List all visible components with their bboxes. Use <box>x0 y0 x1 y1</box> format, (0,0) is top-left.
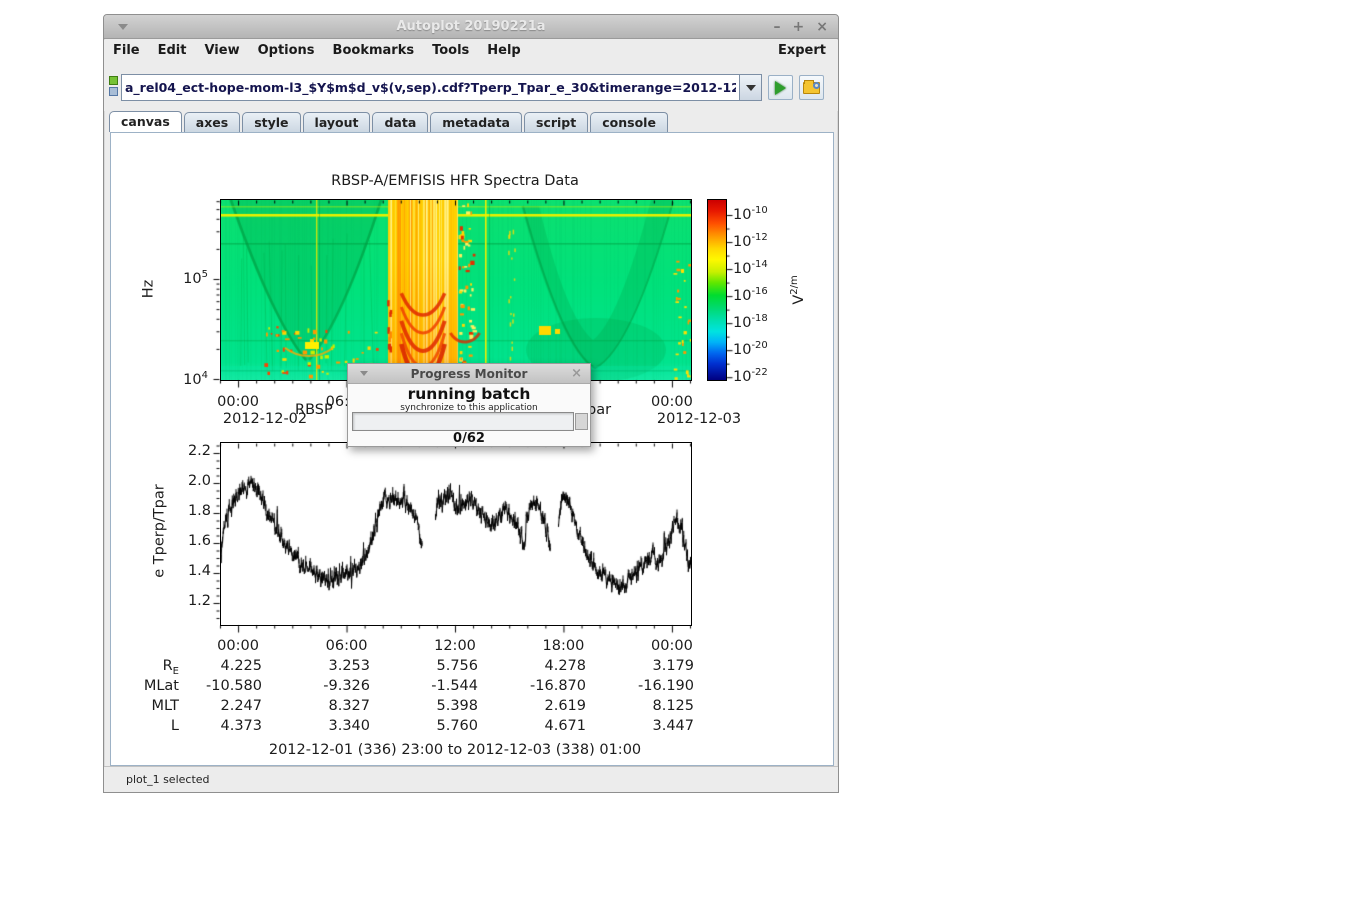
colorbar-tick-label: 10-16 <box>733 286 768 304</box>
menu-tools[interactable]: Tools <box>423 40 478 62</box>
plot2-xtick-label: 06:00 <box>326 638 368 654</box>
folder-search-icon <box>803 82 820 94</box>
address-toolbar <box>104 62 838 111</box>
plot2-xtick-label: 12:00 <box>434 638 476 654</box>
colorbar-tick-label: 10-20 <box>733 340 768 358</box>
colorbar-axis-label: V2/m <box>789 235 807 345</box>
window-titlebar[interactable]: Autoplot 20190221a – + × <box>104 15 838 39</box>
dialog-title: Progress Monitor <box>348 367 590 381</box>
tab-axes[interactable]: axes <box>184 112 240 132</box>
ephemeris-value: 5.760 <box>378 718 478 734</box>
colorbar-tick-label: 10-14 <box>733 259 768 277</box>
ephemeris-value: 8.327 <box>270 698 370 714</box>
green-square-icon <box>109 76 118 85</box>
ephemeris-value: 2.247 <box>162 698 262 714</box>
tab-bar: canvasaxesstylelayoutdatametadatascriptc… <box>109 111 670 132</box>
plot1-xtick-label: 00:00 <box>651 394 693 410</box>
ephemeris-value: 3.447 <box>594 718 694 734</box>
menu-bookmarks[interactable]: Bookmarks <box>324 40 424 62</box>
tab-metadata[interactable]: metadata <box>430 112 522 132</box>
close-button[interactable]: × <box>816 15 828 39</box>
tab-style[interactable]: style <box>242 112 300 132</box>
plot2-title-fragment-left: RBSP <box>295 402 333 418</box>
plot2-xtick-label: 00:00 <box>651 638 693 654</box>
colorbar-tick-label: 10-18 <box>733 313 768 331</box>
ephemeris-value: 3.340 <box>270 718 370 734</box>
colorbar[interactable] <box>707 199 727 381</box>
inspect-uri-button[interactable] <box>799 75 824 100</box>
blue-square-icon <box>109 87 118 96</box>
plot2-y-axis-label: e Tperp/Tpar <box>152 479 168 584</box>
ephemeris-value: 4.671 <box>486 718 586 734</box>
ephemeris-value: 8.125 <box>594 698 694 714</box>
plot2-ytick-label: 2.2 <box>166 443 211 459</box>
ephemeris-value: -16.190 <box>594 678 694 694</box>
tab-script[interactable]: script <box>524 112 588 132</box>
play-icon <box>775 81 786 95</box>
maximize-button[interactable]: + <box>793 15 805 39</box>
ephemeris-value: 2.619 <box>486 698 586 714</box>
tab-layout[interactable]: layout <box>303 112 371 132</box>
tab-canvas[interactable]: canvas <box>109 111 182 132</box>
window-title: Autoplot 20190221a <box>104 19 838 34</box>
status-bar: plot_1 selected <box>104 766 838 792</box>
expert-menu[interactable]: Expert <box>766 40 838 62</box>
ephemeris-value: -9.326 <box>270 678 370 694</box>
ephemeris-value: 5.756 <box>378 658 478 674</box>
progress-cancel-button[interactable] <box>575 413 588 430</box>
ephemeris-value: 5.398 <box>378 698 478 714</box>
menu-options[interactable]: Options <box>249 40 324 62</box>
progress-bar <box>352 412 574 431</box>
ephemeris-value: 4.225 <box>162 658 262 674</box>
plot2-ytick-label: 2.0 <box>166 473 211 489</box>
status-text: plot_1 selected <box>126 773 210 786</box>
ephemeris-value: 4.373 <box>162 718 262 734</box>
menu-edit[interactable]: Edit <box>149 40 196 62</box>
menu-file[interactable]: File <box>104 40 149 62</box>
plot1-ytick-1e5: 105 <box>151 269 208 287</box>
dialog-close-icon[interactable]: × <box>571 364 582 384</box>
ephemeris-value: -1.544 <box>378 678 478 694</box>
menu-view[interactable]: View <box>195 40 248 62</box>
datasource-type-icon[interactable] <box>108 75 120 99</box>
colorbar-tick-label: 10-22 <box>733 367 768 385</box>
menu-bar: FileEditViewOptionsBookmarksToolsHelp Ex… <box>104 40 838 62</box>
ephemeris-value: -10.580 <box>162 678 262 694</box>
tab-console[interactable]: console <box>590 112 668 132</box>
progress-count: 0/62 <box>348 431 590 446</box>
plot2-ytick-label: 1.2 <box>166 593 211 609</box>
dialog-titlebar[interactable]: Progress Monitor × <box>348 364 590 384</box>
progress-task-label: running batch <box>348 385 590 403</box>
plot2-xtick-label: 00:00 <box>217 638 259 654</box>
plot1-xdate-right: 2012-12-03 <box>657 411 741 427</box>
progress-monitor-dialog: Progress Monitor × running batch synchro… <box>347 363 591 447</box>
spectrogram-plot[interactable] <box>220 199 692 381</box>
ephemeris-value: 3.179 <box>594 658 694 674</box>
colorbar-tick-label: 10-12 <box>733 232 768 250</box>
plot-canvas-panel: RBSP-A/EMFISIS HFR Spectra DataHz1051041… <box>110 132 834 766</box>
time-range-label: 2012-12-01 (336) 23:00 to 2012-12-03 (33… <box>269 742 641 758</box>
uri-dropdown-button[interactable] <box>739 74 762 101</box>
plot2-ytick-label: 1.4 <box>166 563 211 579</box>
ephemeris-value: 4.278 <box>486 658 586 674</box>
plot2-xtick-label: 18:00 <box>543 638 585 654</box>
minimize-button[interactable]: – <box>774 15 781 39</box>
plot2-ytick-label: 1.8 <box>166 503 211 519</box>
plot1-title: RBSP-A/EMFISIS HFR Spectra Data <box>331 173 579 189</box>
ephemeris-value: 3.253 <box>270 658 370 674</box>
colorbar-tick-label: 10-10 <box>733 205 768 223</box>
plot1-xtick-label: 00:00 <box>217 394 259 410</box>
uri-input[interactable] <box>121 74 739 101</box>
timeseries-plot[interactable] <box>220 442 692 626</box>
menu-help[interactable]: Help <box>478 40 529 62</box>
plot2-ytick-label: 1.6 <box>166 533 211 549</box>
ephemeris-value: -16.870 <box>486 678 586 694</box>
plot1-ytick-1e4: 104 <box>151 370 208 388</box>
go-plot-button[interactable] <box>768 75 793 100</box>
chevron-down-icon <box>746 85 756 91</box>
tab-data[interactable]: data <box>372 112 428 132</box>
